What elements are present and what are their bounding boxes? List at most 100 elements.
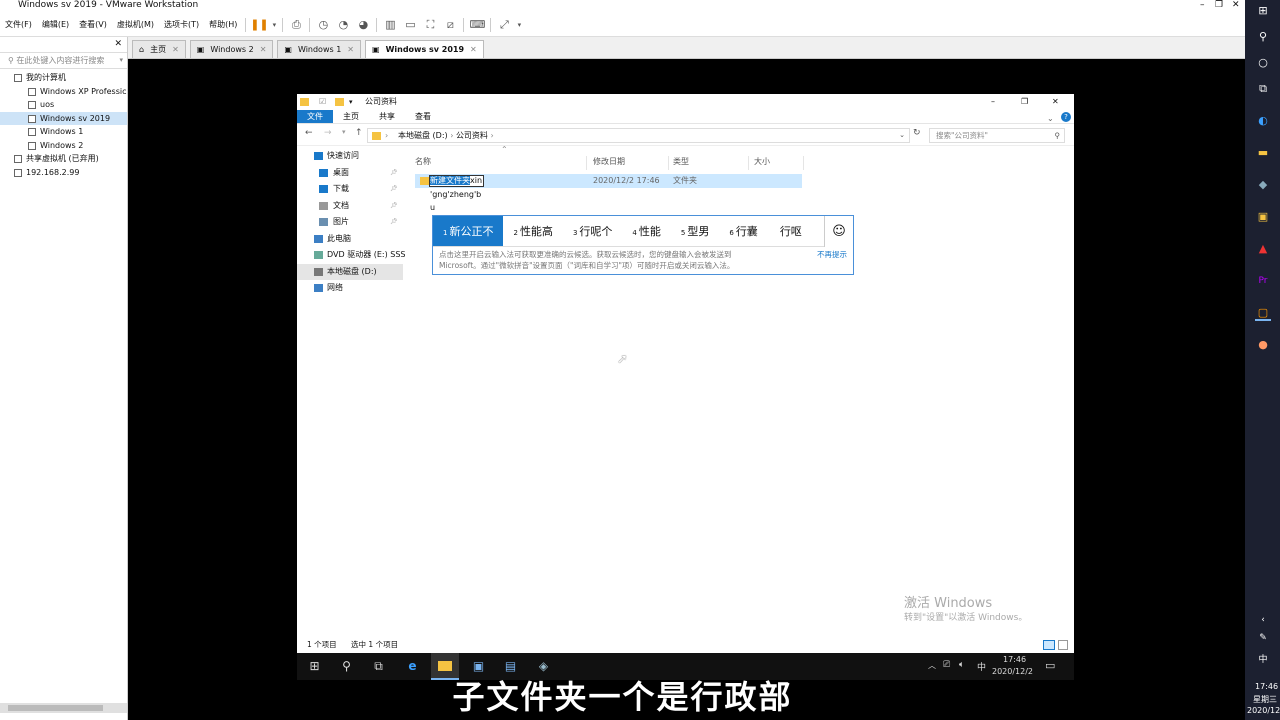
- refresh-icon[interactable]: ↻: [913, 128, 921, 138]
- thumbnail-icon[interactable]: ▭: [400, 18, 420, 31]
- volume-icon[interactable]: 🔈︎: [959, 660, 964, 670]
- minimize-button[interactable]: –: [991, 94, 995, 110]
- tree-item[interactable]: Windows 2: [0, 139, 127, 153]
- tab-2[interactable]: ▣ Windows 1 ✕: [277, 40, 361, 58]
- nav-item-8[interactable]: 网络: [297, 280, 403, 297]
- ime-candidate[interactable]: 6 行囊: [719, 216, 767, 246]
- chevron-up-icon[interactable]: ‹: [1255, 612, 1271, 628]
- chevron-down-icon[interactable]: ▾: [349, 94, 353, 110]
- nav-item-5[interactable]: 此电脑: [297, 231, 403, 248]
- app-icon[interactable]: ▣: [1255, 209, 1271, 225]
- tree-item[interactable]: 192.168.2.99: [0, 166, 127, 180]
- stretch-icon[interactable]: ⤢: [494, 18, 514, 32]
- pin-icon[interactable]: 📌︎: [390, 214, 398, 231]
- sidebar-toggle-icon[interactable]: ▥: [380, 18, 400, 31]
- send-keys-icon[interactable]: ⎙: [286, 18, 306, 32]
- snapshot-manager-icon[interactable]: ◕: [353, 18, 373, 31]
- folder-icon[interactable]: ▬: [1255, 145, 1271, 161]
- ime-candidate[interactable]: 4 性能: [622, 216, 670, 246]
- notification-icon[interactable]: ▭: [1045, 659, 1055, 672]
- menu-vm[interactable]: 虚拟机(M): [112, 19, 159, 30]
- pause-icon[interactable]: ❚❚: [249, 18, 269, 31]
- premiere-icon[interactable]: Pr: [1255, 273, 1271, 289]
- up-icon[interactable]: ↑: [355, 128, 363, 138]
- nav-item-0[interactable]: 快速访问: [297, 148, 403, 165]
- console-icon[interactable]: ⌨: [467, 18, 487, 31]
- nav-item-3[interactable]: 文档 📌︎: [297, 198, 403, 215]
- tree-item[interactable]: Windows 1: [0, 125, 127, 139]
- library-search-input[interactable]: ⚲ 在此处键入内容进行搜索 ▾: [0, 53, 127, 69]
- ime-dismiss-link[interactable]: 不再提示: [817, 249, 847, 260]
- close-button[interactable]: ✕: [1232, 0, 1240, 11]
- ribbon-tab-file[interactable]: 文件: [297, 110, 333, 123]
- host-clock-day[interactable]: 星期三: [1253, 694, 1277, 705]
- nav-item-1[interactable]: 桌面 📌︎: [297, 165, 403, 182]
- ribbon-tab-home[interactable]: 主页: [333, 110, 369, 123]
- tab-3[interactable]: ▣ Windows sv 2019 ✕: [365, 40, 484, 58]
- cortana-icon[interactable]: ○: [1255, 55, 1271, 71]
- details-view-icon[interactable]: [1043, 640, 1055, 650]
- maximize-button[interactable]: ❐: [1021, 94, 1028, 110]
- rename-input[interactable]: 新建文件夹xin: [429, 175, 485, 187]
- ime-candidate[interactable]: 5 型男: [671, 216, 719, 246]
- host-clock-date[interactable]: 2020/12/2: [1247, 706, 1280, 715]
- nav-item-4[interactable]: 图片 📌︎: [297, 214, 403, 231]
- chevron-down-icon[interactable]: ▾: [269, 21, 279, 29]
- pin-icon[interactable]: 📌︎: [390, 198, 398, 215]
- ribbon-tab-view[interactable]: 查看: [405, 110, 441, 123]
- pin-icon[interactable]: 📌︎: [390, 181, 398, 198]
- close-icon[interactable]: ✕: [470, 41, 477, 58]
- restore-button[interactable]: ❐: [1215, 0, 1223, 11]
- close-icon[interactable]: ✕: [172, 41, 179, 58]
- nav-item-6[interactable]: DVD 驱动器 (E:) SSS: [297, 247, 406, 264]
- host-ime-indicator[interactable]: 中: [1255, 652, 1271, 668]
- network-icon[interactable]: ⎚: [943, 660, 950, 670]
- fullscreen-icon[interactable]: ⛶: [420, 18, 440, 32]
- chevron-down-icon[interactable]: ⌄: [899, 129, 905, 142]
- column-header-date[interactable]: 修改日期: [593, 156, 669, 170]
- chevron-down-icon[interactable]: ▾: [119, 53, 123, 68]
- pdf-icon[interactable]: ▲: [1255, 241, 1271, 257]
- task-view-icon[interactable]: ⧉: [1255, 81, 1271, 97]
- minimize-button[interactable]: –: [1200, 0, 1205, 11]
- menu-tabs[interactable]: 选项卡(T): [159, 19, 204, 30]
- ribbon-tab-share[interactable]: 共享: [369, 110, 405, 123]
- tree-item[interactable]: Windows XP Professic: [0, 85, 127, 99]
- menu-view[interactable]: 查看(V): [74, 19, 112, 30]
- explorer-search-input[interactable]: 搜索"公司资料" ⚲: [929, 128, 1065, 143]
- ime-candidate[interactable]: 行呕: [768, 216, 812, 246]
- help-icon[interactable]: ?: [1061, 112, 1071, 122]
- app-icon[interactable]: ◆: [1255, 177, 1271, 193]
- host-clock-time[interactable]: 17:46: [1255, 682, 1278, 691]
- menu-help[interactable]: 帮助(H): [204, 19, 242, 30]
- snapshot-icon[interactable]: ◷: [313, 18, 333, 31]
- unity-icon[interactable]: ⧄: [440, 18, 460, 32]
- emoji-icon[interactable]: ☺: [824, 216, 853, 247]
- address-box[interactable]: › 本地磁盘 (D:) › 公司资料 › ⌄: [367, 128, 910, 143]
- tab-0[interactable]: ⌂ 主页 ✕: [132, 40, 186, 58]
- column-header-name[interactable]: 名称: [415, 156, 587, 170]
- tab-1[interactable]: ▣ Windows 2 ✕: [189, 40, 274, 58]
- table-row[interactable]: 新建文件夹xin 2020/12/2 17:46 文件夹: [415, 174, 802, 188]
- tree-item[interactable]: Windows sv 2019: [0, 111, 127, 125]
- chevron-down-icon[interactable]: ▾: [514, 21, 524, 29]
- vmware-icon[interactable]: ▢: [1255, 305, 1271, 321]
- ime-candidate[interactable]: 3 行呢个: [563, 216, 622, 246]
- quick-access-toolbar-icon[interactable]: ☑: [319, 94, 326, 110]
- close-button[interactable]: ✕: [1052, 94, 1059, 110]
- menu-file[interactable]: 文件(F): [0, 19, 37, 30]
- close-icon[interactable]: ✕: [260, 41, 267, 58]
- ime-cloud-notice[interactable]: 点击这里开启云输入法可获取更准确的云候选。获取云候选时，您的键盘输入会被发送到 …: [433, 247, 853, 273]
- start-icon[interactable]: ⊞: [1255, 3, 1271, 19]
- ime-candidate[interactable]: 2 性能高: [503, 216, 562, 246]
- search-icon[interactable]: ⚲: [1255, 29, 1271, 45]
- pen-icon[interactable]: ✎: [1255, 630, 1271, 646]
- chevron-up-icon[interactable]: ︿: [928, 660, 936, 671]
- breadcrumb-drive[interactable]: 本地磁盘 (D:): [398, 131, 448, 140]
- close-icon[interactable]: ✕: [114, 39, 122, 49]
- column-header-size[interactable]: 大小: [754, 156, 804, 170]
- clock-time[interactable]: 17:46: [1003, 655, 1026, 664]
- ime-candidate[interactable]: 1 新公正不: [433, 216, 504, 246]
- tree-item[interactable]: 我的计算机: [0, 71, 127, 85]
- tree-item[interactable]: uos: [0, 98, 127, 112]
